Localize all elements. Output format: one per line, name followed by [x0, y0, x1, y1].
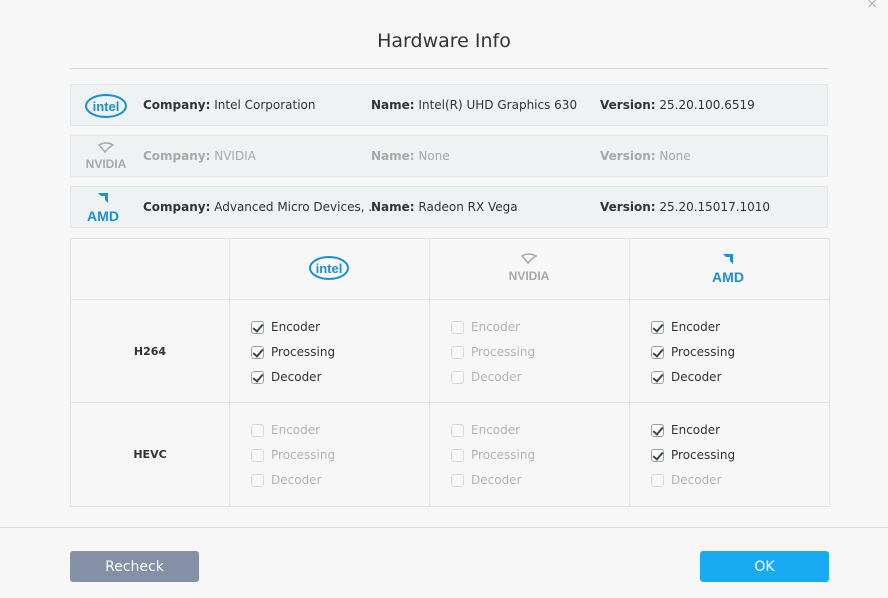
- checkbox-label: Encoder: [471, 320, 521, 334]
- checkbox-label: Decoder: [671, 370, 722, 384]
- column-divider: [629, 239, 630, 506]
- checkbox-checked-icon[interactable]: [251, 370, 264, 384]
- checkbox-h264-nvidia-processing: Processing: [451, 343, 535, 361]
- recheck-button[interactable]: Recheck: [70, 551, 199, 582]
- amd-logo-text: AMD: [87, 208, 119, 224]
- checkbox-h264-intel-decoder[interactable]: Decoder: [251, 368, 322, 386]
- checkbox-label: Encoder: [671, 423, 721, 437]
- checkbox-label: Decoder: [671, 473, 722, 487]
- gpu-row-nvidia: NVIDIA Company: NVIDIA Name: None Versio…: [70, 135, 828, 177]
- title-divider: [70, 68, 828, 69]
- checkbox-checked-icon[interactable]: [651, 423, 664, 437]
- gpu-name: Name: None: [371, 149, 450, 163]
- intel-logo-icon: intel: [85, 94, 127, 118]
- gpu-row-amd: AMD Company: Advanced Micro Devices, ...…: [70, 186, 828, 228]
- checkbox-label: Processing: [271, 448, 336, 462]
- gpu-company: Company: Advanced Micro Devices, ...: [143, 200, 380, 214]
- close-icon[interactable]: ×: [866, 0, 878, 12]
- checkbox-label: Processing: [471, 448, 536, 462]
- amd-column-logo-text: AMD: [712, 269, 744, 285]
- checkbox-checked-icon[interactable]: [651, 345, 664, 359]
- checkbox-unchecked-icon: [451, 345, 464, 359]
- checkbox-checked-icon[interactable]: [651, 320, 664, 334]
- checkbox-hevc-intel-encoder: Encoder: [251, 421, 320, 439]
- gpu-name: Name: Intel(R) UHD Graphics 630: [371, 98, 578, 112]
- checkbox-label: Encoder: [271, 423, 321, 437]
- checkbox-h264-amd-decoder[interactable]: Decoder: [651, 368, 722, 386]
- gpu-row-intel: intel Company: Intel Corporation Name: I…: [70, 84, 828, 126]
- checkbox-hevc-intel-decoder: Decoder: [251, 471, 322, 489]
- footer-divider: [0, 527, 888, 528]
- nvidia-logo-icon: NVIDIA: [86, 142, 127, 171]
- gpu-version: Version: 25.20.15017.1010: [600, 200, 771, 214]
- amd-logo-icon: AMD: [87, 193, 119, 224]
- column-divider: [429, 239, 430, 506]
- checkbox-checked-icon[interactable]: [251, 320, 264, 334]
- dialog-title: Hardware Info: [377, 30, 511, 52]
- checkbox-label: Decoder: [271, 370, 322, 384]
- checkbox-label: Encoder: [671, 320, 721, 334]
- gpu-name: Name: Radeon RX Vega: [371, 200, 518, 214]
- ok-button[interactable]: OK: [700, 551, 829, 582]
- checkbox-label: Decoder: [471, 370, 522, 384]
- checkbox-unchecked-icon: [251, 448, 264, 462]
- checkbox-unchecked-icon: [251, 423, 264, 437]
- intel-column-logo-icon: intel: [309, 256, 349, 280]
- checkbox-h264-amd-processing[interactable]: Processing: [651, 343, 735, 361]
- checkbox-label: Processing: [471, 345, 536, 359]
- checkbox-unchecked-icon: [451, 320, 464, 334]
- row-divider: [71, 402, 829, 403]
- gpu-company: Company: NVIDIA: [143, 149, 256, 163]
- checkbox-label: Encoder: [471, 423, 521, 437]
- checkbox-checked-icon[interactable]: [251, 345, 264, 359]
- capability-matrix: intel NVIDIA AMD H264 HEVC Encoder Proces…: [70, 238, 830, 507]
- gpu-version: Version: None: [600, 149, 691, 163]
- checkbox-unchecked-icon: [651, 473, 664, 487]
- checkbox-hevc-amd-processing[interactable]: Processing: [651, 446, 735, 464]
- checkbox-h264-nvidia-encoder: Encoder: [451, 318, 520, 336]
- column-divider: [229, 239, 230, 506]
- nvidia-logo-text: NVIDIA: [86, 157, 127, 171]
- checkbox-hevc-nvidia-decoder: Decoder: [451, 471, 522, 489]
- checkbox-unchecked-icon: [451, 473, 464, 487]
- checkbox-label: Decoder: [471, 473, 522, 487]
- nvidia-column-logo-icon: NVIDIA: [509, 253, 550, 283]
- checkbox-h264-intel-processing[interactable]: Processing: [251, 343, 335, 361]
- checkbox-unchecked-icon: [251, 473, 264, 487]
- checkbox-hevc-nvidia-processing: Processing: [451, 446, 535, 464]
- checkbox-h264-amd-encoder[interactable]: Encoder: [651, 318, 720, 336]
- checkbox-h264-intel-encoder[interactable]: Encoder: [251, 318, 320, 336]
- row-divider: [71, 299, 829, 300]
- intel-logo-text: intel: [93, 99, 120, 114]
- checkbox-unchecked-icon: [451, 448, 464, 462]
- checkbox-hevc-nvidia-encoder: Encoder: [451, 421, 520, 439]
- checkbox-checked-icon[interactable]: [651, 448, 664, 462]
- checkbox-unchecked-icon: [451, 370, 464, 384]
- codec-label-h264: H264: [133, 345, 167, 358]
- checkbox-label: Processing: [671, 448, 736, 462]
- gpu-version: Version: 25.20.100.6519: [600, 98, 755, 112]
- checkbox-label: Encoder: [271, 320, 321, 334]
- checkbox-h264-nvidia-decoder: Decoder: [451, 368, 522, 386]
- checkbox-checked-icon[interactable]: [651, 370, 664, 384]
- checkbox-label: Decoder: [271, 473, 322, 487]
- checkbox-unchecked-icon: [451, 423, 464, 437]
- intel-column-logo-text: intel: [316, 261, 343, 276]
- checkbox-label: Processing: [271, 345, 336, 359]
- gpu-company: Company: Intel Corporation: [143, 98, 316, 112]
- checkbox-label: Processing: [671, 345, 736, 359]
- checkbox-hevc-amd-encoder[interactable]: Encoder: [651, 421, 720, 439]
- codec-label-hevc: HEVC: [133, 448, 167, 461]
- amd-column-logo-icon: AMD: [712, 254, 744, 285]
- checkbox-hevc-intel-processing: Processing: [251, 446, 335, 464]
- nvidia-column-logo-text: NVIDIA: [509, 269, 550, 283]
- checkbox-hevc-amd-decoder: Decoder: [651, 471, 722, 489]
